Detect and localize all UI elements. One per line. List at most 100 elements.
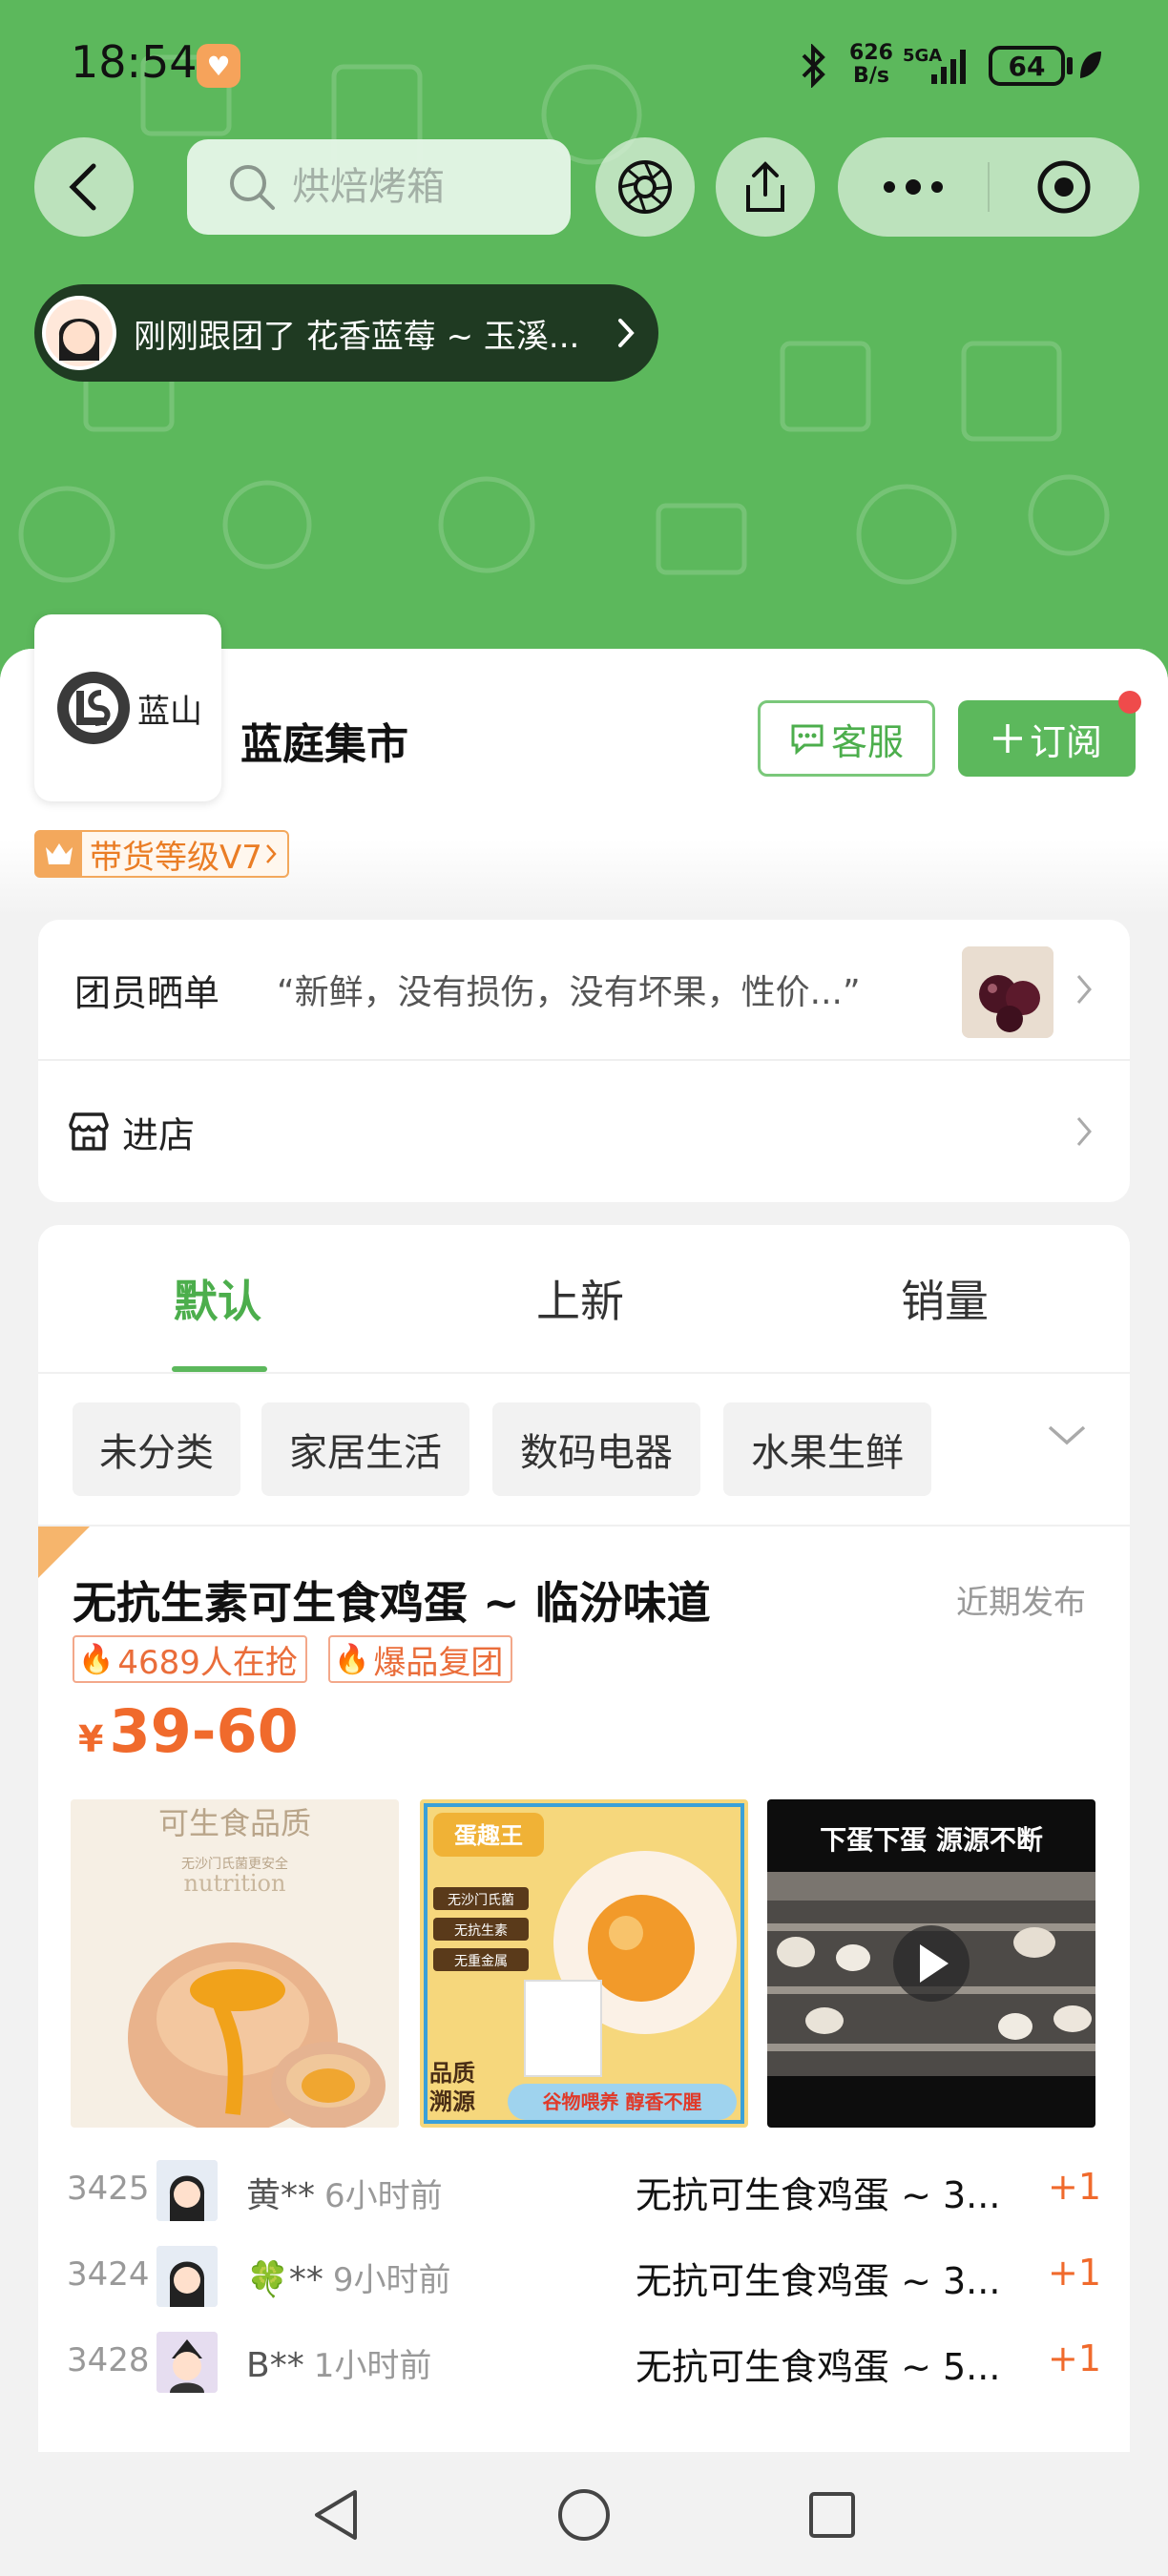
shop-logo-text: 蓝山 [137, 692, 202, 731]
tab-new[interactable]: 上新 [536, 1267, 624, 1330]
network-type: 5GA [903, 46, 942, 66]
quality-trace-text: 品质溯源 [429, 2060, 475, 2115]
square-recents-icon [809, 2492, 855, 2538]
sort-tabs: 默认 上新 销量 [38, 1225, 1130, 1374]
member-review-quote: “新鲜，没有损伤，没有坏果，性价...” [277, 973, 861, 1012]
video-caption: 下蛋下蛋 源源不断 [820, 1824, 1043, 1856]
system-back-button[interactable] [298, 2477, 374, 2553]
egg-badge: 无抗生素 [454, 1923, 508, 1939]
buyer-avatar [156, 2246, 218, 2307]
buyer-name-line: B** 1小时前 [246, 2339, 431, 2386]
system-navigation-bar [0, 2452, 1168, 2576]
product-image[interactable]: 蛋趣王 无沙门氏菌 无抗生素 无重金属 品质溯源 谷物喂养 醇香不腥 [420, 1799, 748, 2128]
publish-time: 近期发布 [956, 1584, 1086, 1622]
shop-info-card: 团员晒单 “新鲜，没有损伤，没有坏果，性价...” 进店 [38, 920, 1130, 1202]
chevron-left-icon [69, 163, 96, 211]
member-reviews-label: 团员晒单 [74, 971, 220, 1014]
camera-button[interactable] [595, 137, 695, 237]
leaf-icon [1080, 52, 1101, 78]
aperture-icon [618, 160, 672, 214]
chevron-right-icon [1076, 1117, 1092, 1146]
buyer-item: 无抗可生食鸡蛋 ~ 3... [636, 2174, 1001, 2216]
more-button[interactable] [838, 137, 989, 237]
miniapp-capsule [838, 137, 1139, 237]
fire-icon: 🔥 [78, 1642, 115, 1676]
chevron-right-icon [618, 319, 635, 347]
category-chip[interactable]: 家居生活 [261, 1402, 469, 1496]
battery-tip [1067, 57, 1073, 74]
search-box[interactable] [187, 139, 571, 235]
chevron-right-icon [265, 844, 277, 863]
recent-follow-banner[interactable]: 刚刚跟团了 花香蓝莓 ~ 玉溪... [34, 284, 658, 382]
system-home-button[interactable] [546, 2477, 622, 2553]
chevron-down-icon[interactable] [1046, 1422, 1088, 1448]
back-button[interactable] [34, 137, 134, 237]
egg-brand-logo: 蛋趣王 [454, 1822, 523, 1849]
buyer-order-number: 3424 [67, 2255, 150, 2294]
active-tab-underline [172, 1366, 267, 1372]
avatar [42, 296, 116, 370]
circle-home-icon [558, 2489, 610, 2541]
product-video[interactable]: 下蛋下蛋 源源不断 [767, 1799, 1095, 2128]
egg-badge: 无重金属 [454, 1954, 508, 1969]
buyer-record-row: 3424 🍀** 9小时前 无抗可生食鸡蛋 ~ 3... +1 [38, 2236, 1130, 2313]
tab-sales[interactable]: 销量 [901, 1267, 989, 1330]
share-button[interactable] [716, 137, 815, 237]
egg-badge: 无沙门氏菌 [448, 1893, 514, 1908]
buyer-name-line: 🍀** 9小时前 [246, 2254, 450, 2300]
buyer-record-row: 3428 B** 1小时前 无抗可生食鸡蛋 ~ 5... +1 [38, 2322, 1130, 2399]
buyer-name: 🍀** [246, 2260, 323, 2299]
hot-buyers-label: 4689人在抢 [117, 1643, 298, 1682]
crown-icon [36, 832, 82, 876]
status-bar: 18:54 ♥ 626 B/s 5GA 64 [0, 0, 1168, 134]
review-thumbnail [962, 946, 1053, 1038]
customer-service-button[interactable]: 客服 [758, 700, 935, 777]
shop-header-banner: 18:54 ♥ 626 B/s 5GA 64 烘焙烤箱 刚刚跟团了 花香蓝莓 ~… [0, 0, 1168, 687]
search-input[interactable] [290, 164, 538, 210]
buyer-item: 无抗可生食鸡蛋 ~ 5... [636, 2346, 1001, 2388]
subscribe-label: 订阅 [1029, 720, 1102, 763]
system-recents-button[interactable] [794, 2477, 870, 2553]
shop-logo-mark-icon [57, 672, 130, 744]
category-chip[interactable]: 水果生鲜 [723, 1402, 931, 1496]
currency-symbol: ¥ [78, 1718, 104, 1760]
egg-image-heading: 可生食品质 [158, 1805, 311, 1841]
notification-dot [1118, 691, 1141, 714]
seller-level-label: 带货等级V7 [90, 838, 262, 877]
buyer-name: 黄** [246, 2176, 316, 2215]
product-title[interactable]: 无抗生素可生食鸡蛋 ~ 临汾味道 [73, 1568, 711, 1631]
hit-product-tag: 🔥 爆品复团 [328, 1635, 513, 1683]
buyer-time: 1小时前 [313, 2347, 432, 2385]
category-chip[interactable]: 未分类 [73, 1402, 240, 1496]
buyer-time: 6小时前 [324, 2177, 443, 2215]
category-filter: 未分类 家居生活 数码电器 水果生鲜 [38, 1374, 1130, 1527]
tab-default[interactable]: 默认 [174, 1267, 261, 1330]
buyer-quantity: +1 [1048, 2337, 1102, 2379]
product-list-card: 默认 上新 销量 未分类 家居生活 数码电器 水果生鲜 无抗生素可生食鸡蛋 ~ … [38, 1225, 1130, 2456]
hot-buyers-tag: 🔥 4689人在抢 [73, 1635, 307, 1683]
share-icon [746, 161, 784, 212]
search-icon [230, 165, 275, 210]
status-time: 18:54 [71, 36, 198, 88]
category-chip[interactable]: 数码电器 [492, 1402, 700, 1496]
product-image[interactable]: 可生食品质 无沙门氏菌更安全 nutrition [71, 1799, 399, 2128]
user-avatar-icon [46, 300, 113, 366]
buyer-order-number: 3428 [67, 2341, 150, 2379]
follow-banner-text: 刚刚跟团了 花香蓝莓 ~ 玉溪... [134, 317, 580, 356]
subscribe-button[interactable]: 订阅 [958, 700, 1136, 777]
buyer-item: 无抗可生食鸡蛋 ~ 3... [636, 2260, 1001, 2302]
enter-store-row[interactable]: 进店 [38, 1061, 1130, 1202]
heart-notification-icon: ♥ [197, 44, 240, 88]
egg-image-word: nutrition [184, 1870, 286, 1897]
shop-logo[interactable]: 蓝山 [34, 614, 221, 801]
farm-video-thumbnail: 下蛋下蛋 源源不断 [767, 1799, 1095, 2128]
buyer-time: 9小时前 [332, 2261, 451, 2299]
battery-indicator: 64 [989, 46, 1065, 86]
seller-level-badge[interactable]: 带货等级V7 [34, 830, 289, 878]
egg-image-footer: 谷物喂养 醇香不腥 [543, 2090, 702, 2113]
member-reviews-row[interactable]: 团员晒单 “新鲜，没有损伤，没有坏果，性价...” [38, 920, 1130, 1061]
buyer-name: B** [246, 2346, 304, 2385]
buyer-quantity: +1 [1048, 2166, 1102, 2208]
close-miniapp-button[interactable] [989, 137, 1139, 237]
buyer-avatar [156, 2332, 218, 2393]
